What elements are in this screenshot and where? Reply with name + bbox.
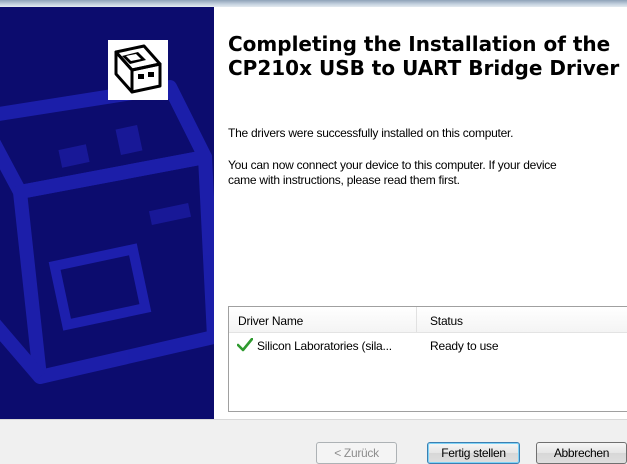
success-message: The drivers were successfully installed … <box>228 126 514 140</box>
wizard-content: Completing the Installation of the CP210… <box>214 7 627 419</box>
wizard-footer: < Zurück Fertig stellen Abbrechen <box>0 419 627 464</box>
driver-list-header: Driver Name Status <box>229 307 627 333</box>
connect-message: You can now connect your device to this … <box>228 158 627 188</box>
driver-list[interactable]: Driver Name Status Silicon Laboratories … <box>228 306 627 412</box>
connect-message-line1: You can now connect your device to this … <box>228 158 557 172</box>
cancel-button[interactable]: Abbrechen <box>536 442 627 464</box>
setup-logo <box>108 40 168 100</box>
table-row[interactable]: Silicon Laboratories (sila... Ready to u… <box>229 336 627 356</box>
column-divider[interactable] <box>416 307 417 332</box>
hardware-install-icon <box>108 40 168 100</box>
column-header-driver-name[interactable]: Driver Name <box>238 314 303 328</box>
finish-button[interactable]: Fertig stellen <box>427 442 520 464</box>
wizard-side-panel <box>0 7 214 419</box>
driver-name-cell: Silicon Laboratories (sila... <box>257 339 392 353</box>
page-title: Completing the Installation of the CP210… <box>228 32 620 80</box>
connect-message-line2: came with instructions, please read them… <box>228 173 460 187</box>
column-header-status[interactable]: Status <box>430 314 463 328</box>
driver-status-cell: Ready to use <box>430 339 499 353</box>
check-icon <box>236 337 254 355</box>
back-button[interactable]: < Zurück <box>316 442 397 464</box>
window-top-strip <box>0 0 627 7</box>
side-panel-artwork <box>0 80 214 384</box>
